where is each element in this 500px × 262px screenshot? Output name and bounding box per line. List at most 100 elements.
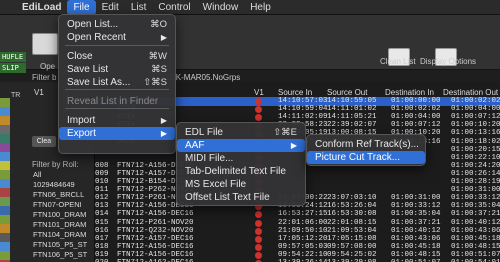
- menu-item-label: AAF: [185, 140, 205, 151]
- menu-item-label: Import: [67, 115, 96, 126]
- export-menu-item[interactable]: Offset List Text File: [177, 191, 305, 204]
- track-color-strip[interactable]: [0, 134, 10, 143]
- track-color-strip[interactable]: [0, 152, 10, 161]
- filter-label: Filter b: [32, 73, 57, 82]
- export-menu-item[interactable]: EDL File ⇧⌘E: [177, 126, 305, 139]
- export-menu-item[interactable]: Tab-Delimited Text File: [177, 165, 305, 178]
- roll-item[interactable]: FTN101_DRAM: [33, 220, 86, 229]
- v1-marker: [255, 227, 262, 235]
- display-options-label: Display Options: [420, 57, 477, 66]
- v1-marker: [255, 106, 262, 114]
- shortcut-label: ⌘S: [151, 64, 167, 75]
- v1-marker: [255, 251, 262, 259]
- file-menu-item[interactable]: Export ▶: [59, 127, 175, 140]
- clean-list-label: Clean List: [380, 57, 416, 66]
- track-color-strip[interactable]: [0, 224, 10, 233]
- menu-item-label: Conform Ref Track(s)...: [315, 139, 419, 150]
- slip-tag[interactable]: SLIP: [0, 63, 26, 73]
- menu-help[interactable]: Help: [244, 0, 277, 15]
- track-color-strip[interactable]: [0, 188, 10, 197]
- v1-marker: [255, 211, 262, 219]
- menu-item-label: MIDI File...: [185, 153, 234, 164]
- col-destination-out[interactable]: Destination Out: [443, 88, 498, 97]
- roll-item[interactable]: FTN104_DRAM: [33, 230, 86, 239]
- track-color-strip[interactable]: [0, 107, 10, 116]
- roll-item[interactable]: FTN106_P5_ST: [33, 250, 87, 259]
- roll-item[interactable]: FTN06_BRCLL: [33, 190, 84, 199]
- submenu-arrow-icon: ▶: [160, 129, 167, 138]
- list-name: CK-MAR05.NoGrps: [170, 73, 241, 82]
- menu-separator: [65, 108, 169, 109]
- export-menu-item[interactable]: MIDI File...: [177, 152, 305, 165]
- roll-item[interactable]: FTN07-OPENI: [33, 200, 82, 209]
- v1-marker: [255, 98, 262, 105]
- shortcut-label: ⇧⌘E: [273, 127, 297, 138]
- shortcut-label: ⇧⌘S: [143, 77, 167, 88]
- v1-marker: [255, 219, 262, 227]
- col-destination-in[interactable]: Destination In: [385, 88, 434, 97]
- menu-list[interactable]: List: [125, 0, 153, 15]
- menu-item-label: MS Excel File: [185, 179, 247, 190]
- clear-button[interactable]: Clea: [32, 136, 56, 147]
- apple-menu-icon[interactable]: [0, 0, 16, 15]
- v1-marker: [255, 235, 262, 243]
- export-menu-item[interactable]: MS Excel File: [177, 178, 305, 191]
- menu-separator: [65, 89, 169, 90]
- roll-item[interactable]: FTN100_DRAM: [33, 210, 86, 219]
- track-color-strip[interactable]: [0, 116, 10, 125]
- file-menu-item[interactable]: Save List ⌘S: [59, 63, 175, 76]
- file-menu-item: Reveal List in Finder: [59, 95, 175, 108]
- file-menu-item[interactable]: Close ⌘W: [59, 50, 175, 63]
- file-menu-item[interactable]: Open Recent ▶: [59, 31, 175, 44]
- submenu-arrow-icon: ▶: [160, 116, 167, 125]
- file-menu-item[interactable]: Save List As... ⇧⌘S: [59, 76, 175, 89]
- menu-file[interactable]: File: [67, 0, 96, 15]
- file-menu-item[interactable]: Open List... ⌘O: [59, 18, 175, 31]
- menu-control[interactable]: Control: [152, 0, 196, 15]
- open-label: Ope: [40, 62, 56, 71]
- track-color-strip[interactable]: [0, 143, 10, 152]
- track-color-strip[interactable]: [0, 170, 10, 179]
- file-menu-item[interactable]: Import ▶: [59, 114, 175, 127]
- col-v1[interactable]: V1: [254, 88, 264, 97]
- app-menu[interactable]: EdiLoad: [16, 0, 67, 15]
- v1-filter[interactable]: V1: [34, 88, 44, 97]
- shuffle-tag[interactable]: HUFLE: [0, 52, 26, 62]
- track-color-strip[interactable]: [0, 197, 10, 206]
- col-source-in[interactable]: Source In: [278, 88, 312, 97]
- open-button[interactable]: [32, 33, 58, 55]
- roll-filter-label: Filter by Roll:: [32, 160, 79, 169]
- export-menu-item[interactable]: AAF ▶: [177, 139, 305, 152]
- menu-item-label: Open Recent: [67, 32, 126, 43]
- track-color-strip[interactable]: [0, 242, 10, 251]
- track-color-strip[interactable]: [0, 98, 10, 107]
- col-source-out[interactable]: Source Out: [327, 88, 367, 97]
- menu-item-label: Reveal List in Finder: [67, 96, 159, 107]
- roll-item[interactable]: FTN105_P5_ST: [33, 240, 87, 249]
- menu-item-label: Save List As...: [67, 77, 131, 88]
- aaf-menu-item[interactable]: Picture Cut Track...: [307, 151, 425, 164]
- menu-edit[interactable]: Edit: [96, 0, 125, 15]
- track-color-strip[interactable]: [0, 251, 10, 260]
- menu-separator: [65, 45, 169, 46]
- menu-item-label: EDL File: [185, 127, 223, 138]
- menu-item-label: Save List: [67, 64, 109, 75]
- track-color-strip[interactable]: [0, 161, 10, 170]
- menu-window[interactable]: Window: [197, 0, 245, 15]
- track-color-strip[interactable]: [0, 233, 10, 242]
- menu-item-label: Close: [67, 51, 93, 62]
- roll-item[interactable]: All: [33, 170, 41, 179]
- menu-item-label: Tab-Delimited Text File: [185, 166, 286, 177]
- track-color-strip[interactable]: [0, 206, 10, 215]
- track-color-strip[interactable]: [0, 125, 10, 134]
- aaf-menu-item[interactable]: Conform Ref Track(s)...: [307, 138, 425, 151]
- file-menu: Open List... ⌘O Open Recent ▶ Close ⌘W Save Li…: [58, 14, 176, 154]
- track-color-strip[interactable]: [0, 179, 10, 188]
- v1-marker: [255, 114, 262, 122]
- submenu-arrow-icon: ▶: [160, 33, 167, 42]
- roll-item[interactable]: 1029484649: [33, 180, 75, 189]
- shortcut-label: ⌘O: [150, 19, 167, 30]
- menu-item-label: Open List...: [67, 19, 119, 30]
- track-color-strip[interactable]: [0, 215, 10, 224]
- menu-item-label: Picture Cut Track...: [315, 152, 401, 163]
